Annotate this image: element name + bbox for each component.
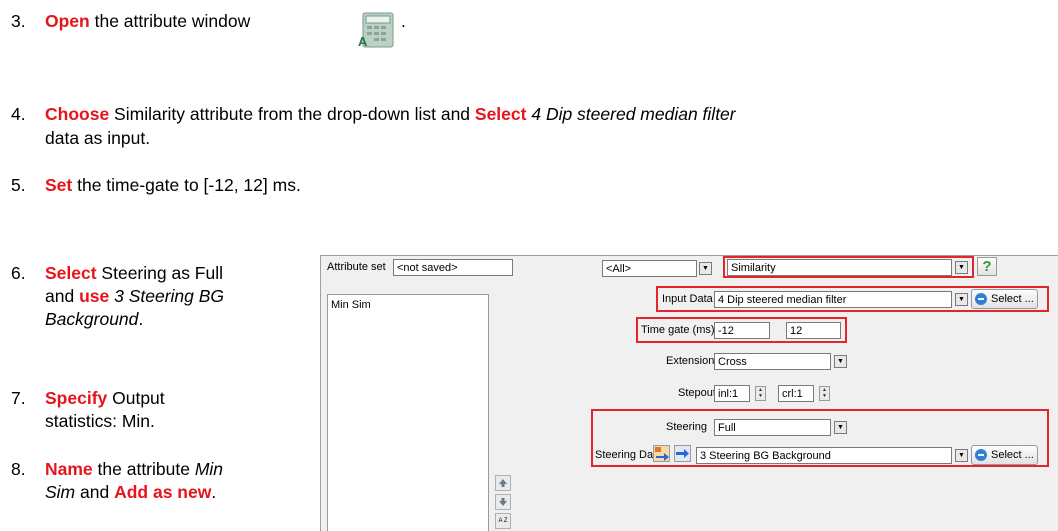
- step-text-part: Similarity attribute from the drop-down …: [109, 104, 475, 124]
- keyword: Specify: [45, 388, 108, 408]
- keyword: Name: [45, 459, 93, 479]
- step-text: Name the attribute Min: [45, 458, 223, 481]
- step-text-line3: Background.: [45, 308, 143, 331]
- step-text: Open the attribute window: [45, 10, 250, 33]
- italic-term: Background: [45, 309, 139, 329]
- keyword: Choose: [45, 104, 110, 124]
- dropdown-arrow-icon[interactable]: ▼: [834, 355, 847, 368]
- step-text-part: the attribute window: [89, 11, 251, 31]
- select-button-label: Select ...: [991, 293, 1034, 305]
- attribute-set-field[interactable]: <not saved>: [393, 259, 513, 276]
- attribute-set-dialog: Attribute set <not saved> Min Sim A Z <A…: [320, 255, 1058, 531]
- step-text-part: the attribute: [92, 459, 195, 479]
- step-number: 5.: [11, 175, 26, 195]
- step-number: 4.: [11, 104, 26, 124]
- time-gate-start-field[interactable]: -12: [714, 322, 770, 339]
- dropdown-arrow-icon[interactable]: ▼: [834, 421, 847, 434]
- extension-label: Extension: [666, 355, 715, 367]
- step-text-part: and: [45, 286, 80, 306]
- extension-dropdown[interactable]: Cross: [714, 353, 831, 370]
- input-data-dropdown[interactable]: 4 Dip steered median filter: [714, 291, 952, 308]
- step-8: 8. Name the attribute Min Sim and Add as…: [11, 458, 311, 528]
- attribute-set-label: Attribute set: [327, 261, 386, 273]
- stepout-crl-field[interactable]: crl:1: [778, 385, 814, 402]
- attribute-list[interactable]: Min Sim: [327, 294, 489, 531]
- step-text-part: Output: [107, 388, 165, 408]
- keyword: Add as new: [114, 482, 212, 502]
- italic-term: 4 Dip steered median filter: [531, 104, 736, 124]
- move-up-button[interactable]: [495, 475, 511, 491]
- keyword: use: [79, 286, 110, 306]
- attribute-type-dropdown[interactable]: Similarity: [727, 259, 952, 276]
- keyword: Select: [474, 104, 527, 124]
- step-number: 3.: [11, 11, 26, 31]
- dropdown-arrow-icon[interactable]: ▼: [955, 449, 968, 462]
- step-number: 6.: [11, 263, 26, 283]
- stepout-label: Stepout: [678, 387, 716, 399]
- step-text-line2: statistics: Min.: [45, 411, 155, 431]
- steering-data-dropdown[interactable]: 3 Steering BG Background: [696, 447, 952, 464]
- step-number: 7.: [11, 388, 26, 408]
- list-item[interactable]: Min Sim: [331, 298, 371, 312]
- select-input-button[interactable]: Select ...: [971, 289, 1038, 309]
- move-up-icon: [499, 479, 507, 487]
- steering-label: Steering: [666, 421, 707, 433]
- steering-arrow-icon[interactable]: [674, 445, 691, 462]
- step-text-part: .: [211, 482, 217, 502]
- keyword: Open: [45, 11, 90, 31]
- dropdown-arrow-icon[interactable]: ▼: [955, 293, 968, 306]
- select-icon: [975, 449, 987, 461]
- input-data-label: Input Data: [662, 293, 713, 305]
- italic-term: 3 Steering BG: [114, 286, 225, 306]
- attribute-filter-dropdown[interactable]: <All>: [602, 260, 697, 277]
- sort-button[interactable]: A Z: [495, 513, 511, 529]
- step-text-line2: Sim and Add as new.: [45, 481, 216, 504]
- dropdown-arrow-icon[interactable]: ▼: [699, 262, 712, 275]
- step-text-end: .: [401, 11, 406, 31]
- step-text-part: .: [138, 309, 144, 329]
- step-4: 4. Choose Similarity attribute from the …: [11, 103, 1056, 151]
- step-text-part: and: [75, 482, 115, 502]
- step-text: Specify Output: [45, 387, 165, 410]
- step-text: Set the time-gate to [-12, 12] ms.: [45, 174, 301, 197]
- svg-text:A: A: [358, 34, 368, 48]
- step-number: 8.: [11, 459, 26, 479]
- time-gate-end-field[interactable]: 12: [786, 322, 841, 339]
- stepout-inl-field[interactable]: inl:1: [714, 385, 750, 402]
- help-icon: ?: [982, 258, 992, 275]
- step-3: 3. Open the attribute window .: [11, 10, 471, 34]
- step-7: 7. Specify Output statistics: Min.: [11, 387, 311, 435]
- stepout-inl-spinner[interactable]: ▲ ▼: [755, 386, 766, 401]
- step-text-part: the time-gate to [-12, 12] ms.: [72, 175, 301, 195]
- step-text-part: Steering as Full: [96, 263, 224, 283]
- steering-dropdown[interactable]: Full: [714, 419, 831, 436]
- dropdown-arrow-icon[interactable]: ▼: [955, 261, 968, 274]
- select-steering-button[interactable]: Select ...: [971, 445, 1038, 465]
- stepout-crl-spinner[interactable]: ▲ ▼: [819, 386, 830, 401]
- step-text: Select Steering as Full: [45, 262, 223, 285]
- time-gate-label: Time gate (ms): [641, 324, 715, 336]
- select-icon: [975, 293, 987, 305]
- sort-icon: A Z: [498, 518, 508, 524]
- steering-from-input-icon[interactable]: [653, 445, 670, 462]
- move-down-icon: [499, 498, 507, 506]
- keyword: Select: [45, 263, 97, 283]
- step-text: Choose Similarity attribute from the dro…: [45, 103, 736, 126]
- move-down-button[interactable]: [495, 494, 511, 510]
- calculator-icon: A: [358, 12, 394, 48]
- keyword: Set: [45, 175, 73, 195]
- select-button-label: Select ...: [991, 449, 1034, 461]
- italic-term: Min: [194, 459, 224, 479]
- italic-term: Sim: [45, 482, 76, 502]
- step-6: 6. Select Steering as Full and use 3 Ste…: [11, 262, 311, 332]
- step-text-line2: and use 3 Steering BG: [45, 285, 224, 308]
- step-text-line2: data as input.: [45, 128, 151, 148]
- step-5: 5. Set the time-gate to [-12, 12] ms.: [11, 174, 411, 198]
- help-button[interactable]: ?: [977, 257, 997, 276]
